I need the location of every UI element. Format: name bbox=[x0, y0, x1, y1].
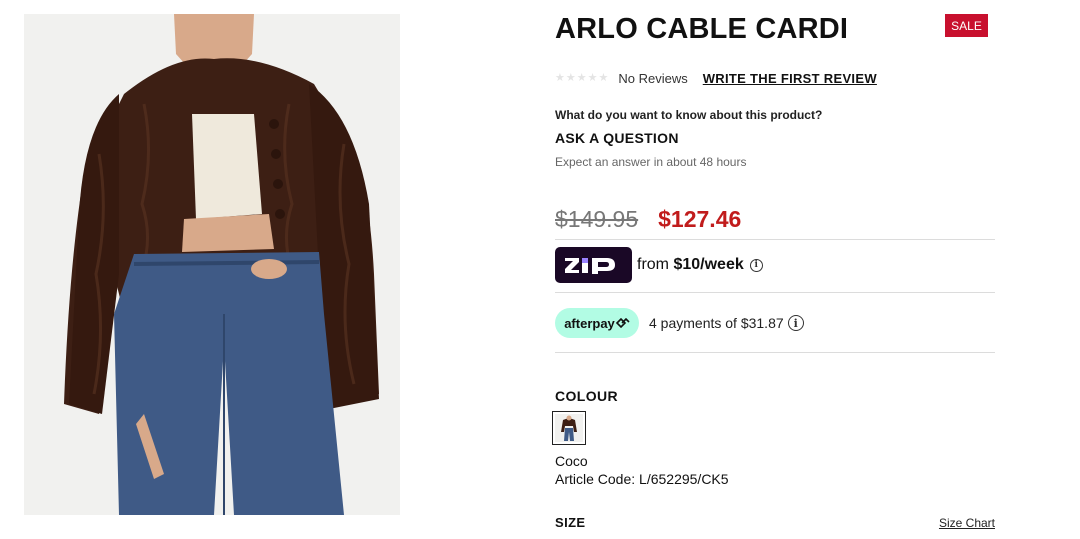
star-icon: ★ bbox=[598, 71, 609, 84]
question-prompt: What do you want to know about this prod… bbox=[555, 108, 823, 122]
colour-label: COLOUR bbox=[555, 388, 619, 404]
rating-stars: ★ ★ ★ ★ ★ bbox=[555, 71, 609, 84]
size-chart-link[interactable]: Size Chart bbox=[939, 516, 995, 530]
product-title: ARLO CABLE CARDI bbox=[555, 13, 849, 45]
zip-amount: $10/week bbox=[673, 256, 744, 273]
zip-logo[interactable] bbox=[555, 247, 632, 283]
answer-time-note: Expect an answer in about 48 hours bbox=[555, 155, 747, 169]
product-info-panel: ARLO CABLE CARDI SALE ★ ★ ★ ★ ★ No Revie… bbox=[552, 0, 995, 539]
zip-text: from $10/week bbox=[637, 256, 744, 274]
afterpay-logo-text: afterpay bbox=[564, 315, 615, 331]
write-review-link[interactable]: WRITE THE FIRST REVIEW bbox=[703, 71, 877, 86]
colour-swatch-coco[interactable] bbox=[552, 411, 586, 445]
afterpay-text: 4 payments of $31.87 i bbox=[649, 315, 804, 331]
product-photo bbox=[24, 14, 400, 515]
divider bbox=[555, 352, 995, 353]
afterpay-arrows-icon bbox=[615, 318, 630, 328]
info-icon[interactable]: i bbox=[787, 315, 804, 331]
afterpay-payment-row: afterpay 4 payments of $31.87 i bbox=[555, 308, 804, 338]
sale-badge: SALE bbox=[945, 14, 988, 37]
zip-logo-mark bbox=[564, 258, 615, 274]
star-icon: ★ bbox=[576, 71, 587, 84]
info-icon[interactable]: i bbox=[749, 258, 763, 272]
original-price: $149.95 bbox=[555, 206, 639, 232]
star-icon: ★ bbox=[555, 71, 565, 84]
no-reviews-text: No Reviews bbox=[618, 70, 688, 86]
star-icon: ★ bbox=[565, 71, 576, 84]
article-code: Article Code: L/652295/CK5 bbox=[555, 471, 729, 487]
divider bbox=[555, 292, 995, 293]
price-row: $149.95 $127.46 bbox=[555, 206, 741, 233]
afterpay-installments: 4 payments of $31.87 bbox=[649, 315, 784, 331]
product-image[interactable] bbox=[24, 14, 400, 515]
reviews-row: ★ ★ ★ ★ ★ No Reviews WRITE THE FIRST REV… bbox=[555, 69, 877, 87]
ask-question-link[interactable]: ASK A QUESTION bbox=[555, 130, 679, 146]
colour-name: Coco bbox=[555, 453, 588, 469]
swatch-thumbnail bbox=[555, 414, 583, 442]
zip-payment-row: from $10/week i bbox=[555, 247, 763, 283]
size-label: SIZE bbox=[555, 515, 586, 530]
divider bbox=[555, 239, 995, 240]
star-icon: ★ bbox=[587, 71, 598, 84]
zip-text-prefix: from bbox=[637, 256, 674, 273]
afterpay-logo[interactable]: afterpay bbox=[555, 308, 639, 338]
sale-price: $127.46 bbox=[658, 206, 742, 232]
